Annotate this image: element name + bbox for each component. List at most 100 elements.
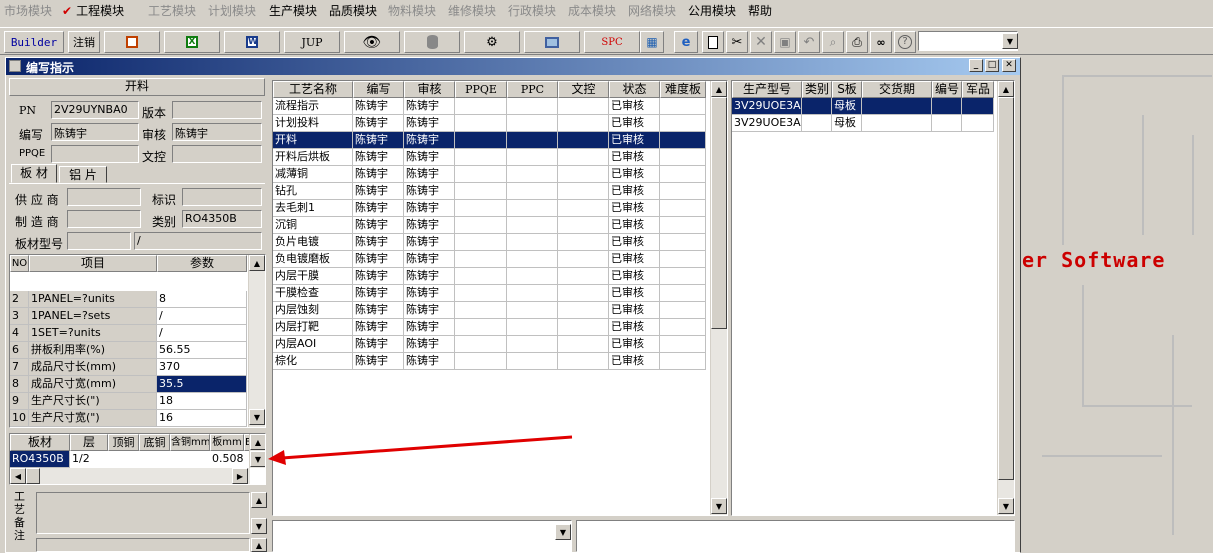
param-row-item[interactable]: 成品尺寸宽(mm) [29,376,157,393]
param-row-item[interactable]: 拼板利用率(%) [29,342,157,359]
param-row-no[interactable]: 10 [10,410,29,427]
process-row-doc-control[interactable] [558,217,609,234]
process-row-reviewer[interactable]: 陈铸宇 [404,251,455,268]
cut-button[interactable]: ✂ [726,31,748,53]
process-row-ppc[interactable] [507,251,558,268]
toolbar-combo-dropdown[interactable]: ▼ [1002,33,1018,49]
process-row-reviewer[interactable]: 陈铸宇 [404,200,455,217]
process-row-ppc[interactable] [507,183,558,200]
param-row-value[interactable]: / [157,325,247,342]
process-row-difficulty[interactable] [660,149,706,166]
process-row-ppqe[interactable] [455,166,507,183]
product-row-number[interactable] [932,98,962,115]
process-row-ppqe[interactable] [455,302,507,319]
param-row-no[interactable]: 2 [10,291,29,308]
help-button[interactable]: ? [894,31,916,53]
new-button[interactable] [702,31,724,53]
param-row-no[interactable]: 8 [10,376,29,393]
process-row-status[interactable]: 已审核 [609,319,660,336]
process-row-difficulty[interactable] [660,166,706,183]
param-scrollbar[interactable]: ▲ ▼ [248,255,265,427]
process-row-difficulty[interactable] [660,200,706,217]
process-row-ppc[interactable] [507,200,558,217]
product-row-military[interactable] [962,98,994,115]
preview-button[interactable]: ⌕ [822,31,844,53]
process-row-ppqe[interactable] [455,200,507,217]
product-scrollbar[interactable]: ▲ ▼ [997,81,1014,515]
process-row-name[interactable]: 内层蚀刻 [273,302,353,319]
process-row-ppc[interactable] [507,336,558,353]
pn-field[interactable]: 2V29UYNBA0 [51,101,139,119]
param-row-value[interactable]: / [157,308,247,325]
process-row-difficulty[interactable] [660,319,706,336]
menu-process[interactable]: 工艺模块 [148,2,196,19]
menu-admin[interactable]: 行政模块 [508,2,556,19]
process-row-name[interactable]: 沉铜 [273,217,353,234]
process-row-ppc[interactable] [507,98,558,115]
process-row-difficulty[interactable] [660,132,706,149]
scroll-down-button[interactable]: ▼ [249,409,265,425]
scroll-up-button[interactable]: ▲ [249,255,265,271]
menu-common[interactable]: 公用模块 [688,2,736,19]
process-row-author[interactable]: 陈铸宇 [353,149,404,166]
excel-button[interactable]: X [164,31,220,53]
process-scroll-thumb[interactable] [711,97,727,329]
jup-button[interactable]: JUP [284,31,340,53]
product-row-s-board[interactable]: 母板 [832,115,862,132]
calendar-button[interactable]: ▦ [640,31,664,53]
process-row-doc-control[interactable] [558,200,609,217]
ppt-button[interactable] [104,31,160,53]
process-row-name[interactable]: 减薄铜 [273,166,353,183]
process-row-ppqe[interactable] [455,353,507,370]
param-row-no[interactable]: 6 [10,342,29,359]
spc-button[interactable]: SPC [584,31,640,53]
material-cell-bottom-copper[interactable] [139,451,170,468]
material-cell-board-mm[interactable]: 0.508 [210,451,244,468]
process-row-ppqe[interactable] [455,285,507,302]
process-row-author[interactable]: 陈铸宇 [353,217,404,234]
process-row-ppqe[interactable] [455,98,507,115]
process-row-author[interactable]: 陈铸宇 [353,353,404,370]
process-row-name[interactable]: 去毛刺1 [273,200,353,217]
process-row-ppc[interactable] [507,132,558,149]
process-row-author[interactable]: 陈铸宇 [353,200,404,217]
process-row-status[interactable]: 已审核 [609,336,660,353]
material-cell-copper-mm[interactable] [170,451,210,468]
process-row-difficulty[interactable] [660,183,706,200]
product-row-model[interactable]: 3V29UOE3A0 [732,115,802,132]
word-button[interactable]: W [224,31,280,53]
process-row-reviewer[interactable]: 陈铸宇 [404,217,455,234]
computer-button[interactable] [524,31,580,53]
author-field[interactable]: 陈铸宇 [51,123,139,141]
product-row-delivery[interactable] [862,115,932,132]
print-button[interactable]: ⎙ [846,31,868,53]
material-hscroll[interactable]: ◀ ▶ [10,468,250,484]
bottom-left-field[interactable] [272,520,572,552]
process-row-difficulty[interactable] [660,353,706,370]
process-row-status[interactable]: 已审核 [609,251,660,268]
product-scroll-thumb[interactable] [998,97,1014,480]
process-scroll-up[interactable]: ▲ [711,81,727,97]
undo-button[interactable]: ↶ [798,31,820,53]
process-row-status[interactable]: 已审核 [609,200,660,217]
process-row-reviewer[interactable]: 陈铸宇 [404,353,455,370]
material-cell-layer[interactable]: 1/2 [70,451,108,468]
process-row-difficulty[interactable] [660,336,706,353]
param-row-value[interactable]: 370 [157,359,247,376]
process-row-name[interactable]: 开料后烘板 [273,149,353,166]
process-row-name[interactable]: 负片电镀 [273,234,353,251]
manufacturer-field[interactable] [67,210,141,228]
notes-scroll-up[interactable]: ▲ [251,492,267,508]
process-row-author[interactable]: 陈铸宇 [353,98,404,115]
process-row-ppqe[interactable] [455,268,507,285]
process-row-ppc[interactable] [507,302,558,319]
process-row-name[interactable]: 内层AOI [273,336,353,353]
process-row-ppqe[interactable] [455,234,507,251]
process-row-doc-control[interactable] [558,268,609,285]
process-row-ppqe[interactable] [455,149,507,166]
material-scroll-right[interactable]: ▶ [232,468,248,484]
process-row-ppqe[interactable] [455,217,507,234]
database-button[interactable] [404,31,460,53]
process-row-ppc[interactable] [507,353,558,370]
process-row-reviewer[interactable]: 陈铸宇 [404,166,455,183]
